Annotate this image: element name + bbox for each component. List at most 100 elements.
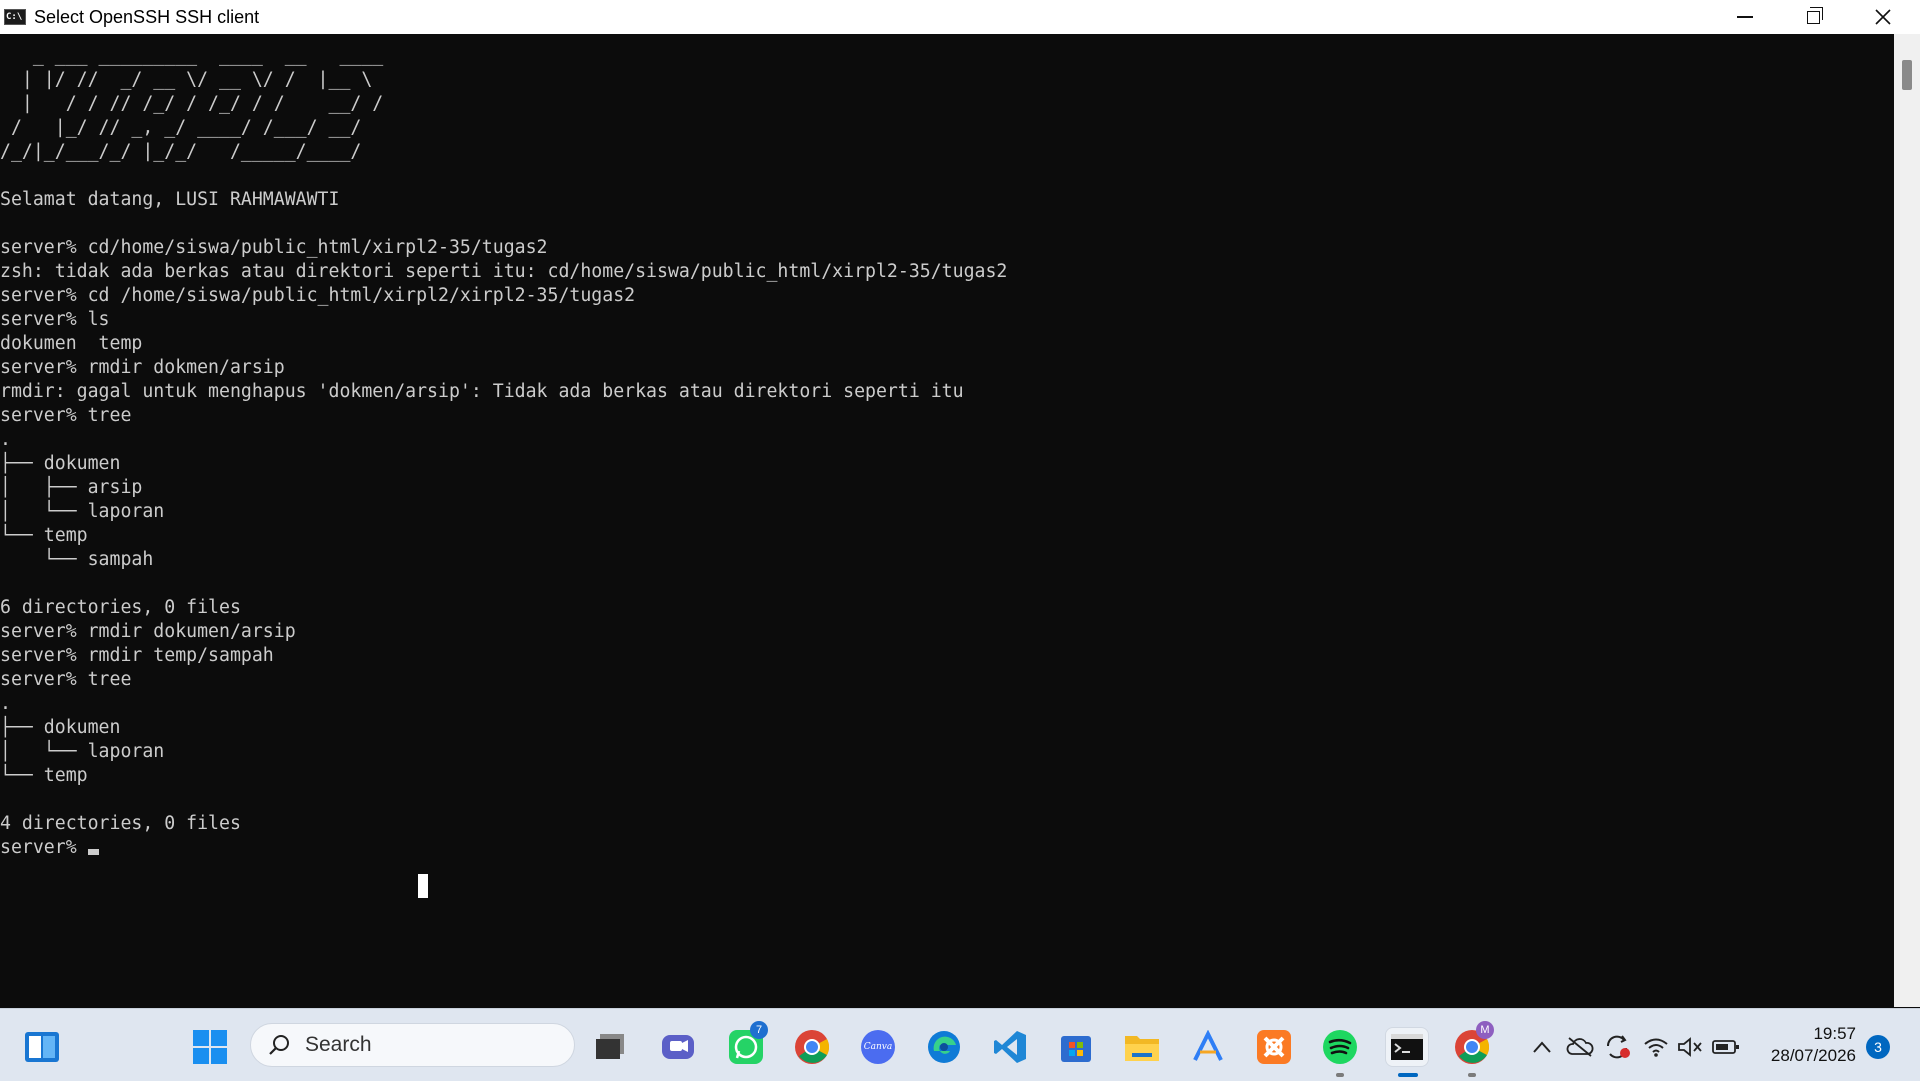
- teams-icon: [662, 1035, 694, 1059]
- terminal-line: ├── dokumen: [0, 453, 121, 474]
- terminal-line: rmdir: gagal untuk menghapus 'dokmen/ars…: [0, 381, 964, 402]
- terminal-line: .: [0, 693, 11, 714]
- canva-label: Canva: [863, 1042, 893, 1052]
- clock-date: 28/07/2026: [1770, 1046, 1856, 1065]
- search-icon: [269, 1035, 289, 1055]
- terminal-line: └── temp: [0, 525, 88, 546]
- store-icon: [1061, 1036, 1091, 1062]
- scrollbar-thumb[interactable]: [1902, 60, 1912, 90]
- edge-icon: [928, 1031, 960, 1063]
- sync-tray-button[interactable]: [1604, 1033, 1632, 1061]
- mouse-ibeam-cursor: [418, 874, 428, 898]
- terminal-line: | |/ // _/ __ \/ __ \/ / |__ \: [0, 69, 373, 90]
- whatsapp-button[interactable]: 7: [726, 1021, 768, 1067]
- volume-muted-icon: [1678, 1037, 1702, 1057]
- chrome-icon: [795, 1030, 829, 1064]
- terminal-button[interactable]: [1385, 1027, 1429, 1067]
- terminal-line: _ ___ _________ ____ __ ____: [0, 45, 384, 66]
- windows-logo-icon: [193, 1030, 227, 1064]
- title-bar[interactable]: Select OpenSSH SSH client: [0, 0, 1920, 34]
- close-button[interactable]: [1848, 0, 1918, 34]
- battery-icon: [1712, 1040, 1739, 1054]
- spotify-running-indicator: [1336, 1073, 1344, 1077]
- terminal-line: server% rmdir temp/sampah: [0, 645, 274, 666]
- wifi-button[interactable]: [1642, 1033, 1670, 1061]
- terminal-line: /_/|_/___/_/ |_/_/ /_____/____/: [0, 141, 362, 162]
- chrome-profile-badge: M: [1476, 1021, 1494, 1039]
- terminal-line: server% tree: [0, 669, 132, 690]
- terminal-line: ├── dokumen: [0, 717, 121, 738]
- minimize-button[interactable]: [1710, 0, 1780, 34]
- edge-button[interactable]: [924, 1027, 964, 1067]
- terminal-output[interactable]: _ ___ _________ ____ __ ____ | |/ // _/ …: [0, 34, 1894, 1007]
- wifi-icon: [1644, 1038, 1668, 1057]
- text-cursor: [87, 849, 99, 855]
- vscode-icon: [994, 1031, 1026, 1063]
- terminal-line: 6 directories, 0 files: [0, 597, 241, 618]
- widgets-button[interactable]: [22, 1027, 62, 1067]
- terminal-line: server% ls: [0, 309, 110, 330]
- minimize-icon: [1737, 16, 1753, 18]
- arc-icon: [1193, 1030, 1223, 1061]
- battery-button[interactable]: [1712, 1033, 1740, 1061]
- terminal-line: server% cd /home/siswa/public_html/xirpl…: [0, 285, 636, 306]
- cloud-offline-icon: [1566, 1037, 1594, 1057]
- canva-button[interactable]: Canva: [858, 1027, 898, 1067]
- taskbar-search[interactable]: Search: [250, 1023, 575, 1067]
- terminal-line: └── sampah: [0, 549, 154, 570]
- terminal-line: └── temp: [0, 765, 88, 786]
- terminal-icon: [1391, 1034, 1423, 1060]
- chrome-running-indicator: [1468, 1073, 1476, 1077]
- onedrive-tray-button[interactable]: [1566, 1033, 1594, 1061]
- terminal-line: server% cd/home/siswa/public_html/xirpl2…: [0, 237, 548, 258]
- terminal-line: server% rmdir dokumen/arsip: [0, 621, 296, 642]
- terminal-line: | / / // /_/ / /_/ / / __/ /: [0, 93, 384, 114]
- vscode-button[interactable]: [990, 1027, 1030, 1067]
- clock-time: 19:57: [1813, 1024, 1856, 1043]
- file-explorer-button[interactable]: [1122, 1027, 1162, 1067]
- vertical-scrollbar[interactable]: [1894, 34, 1920, 1007]
- arc-button[interactable]: [1188, 1027, 1228, 1067]
- task-view-icon: [596, 1034, 624, 1059]
- whatsapp-badge: 7: [750, 1021, 768, 1039]
- terminal-line: │ └── laporan: [0, 501, 165, 522]
- terminal-line: 4 directories, 0 files: [0, 813, 241, 834]
- terminal-line: Selamat datang, LUSI RAHMAWAWTI: [0, 189, 340, 210]
- prompt: server%: [0, 837, 88, 858]
- terminal-line: / |_/ // _, _/ ____/ /___/ __/: [0, 117, 362, 138]
- close-icon: [1875, 9, 1891, 25]
- task-view-button[interactable]: [590, 1027, 630, 1067]
- notification-badge[interactable]: 3: [1866, 1035, 1890, 1059]
- terminal-line: zsh: tidak ada berkas atau direktori sep…: [0, 261, 1008, 282]
- chrome-profile-button[interactable]: M: [1452, 1021, 1494, 1067]
- terminal-lines: _ ___ _________ ____ __ ____ | |/ // _/ …: [0, 45, 1007, 834]
- xampp-button[interactable]: [1254, 1027, 1294, 1067]
- folder-icon: [1125, 1036, 1159, 1061]
- search-label: Search: [305, 1033, 372, 1056]
- terminal-text: _ ___ _________ ____ __ ____ | |/ // _/ …: [0, 34, 1894, 860]
- teams-button[interactable]: [658, 1027, 698, 1067]
- restore-button[interactable]: [1778, 0, 1848, 34]
- terminal-line: dokumen temp: [0, 333, 143, 354]
- show-hidden-icons-button[interactable]: [1528, 1033, 1556, 1061]
- xampp-icon: [1257, 1030, 1291, 1064]
- terminal-active-indicator: [1398, 1073, 1418, 1077]
- terminal-line: server% rmdir dokmen/arsip: [0, 357, 285, 378]
- terminal-line: │ └── laporan: [0, 741, 165, 762]
- console-app-icon: [4, 9, 26, 25]
- spotify-button[interactable]: [1320, 1027, 1360, 1067]
- start-button[interactable]: [190, 1027, 230, 1067]
- volume-button[interactable]: [1676, 1033, 1704, 1061]
- sync-alert-icon: [1606, 1035, 1630, 1059]
- terminal-line: .: [0, 429, 11, 450]
- widgets-icon: [25, 1032, 59, 1062]
- chrome-button[interactable]: [792, 1027, 832, 1067]
- terminal-line: │ ├── arsip: [0, 477, 143, 498]
- terminal-line: server% tree: [0, 405, 132, 426]
- clock[interactable]: 19:57 28/07/2026: [1760, 1023, 1856, 1067]
- spotify-icon: [1323, 1030, 1357, 1064]
- window-title: Select OpenSSH SSH client: [34, 6, 260, 27]
- restore-icon: [1806, 6, 1823, 24]
- store-button[interactable]: [1056, 1027, 1096, 1067]
- taskbar: Search 7 Canva M 19:57 28/07/2026 3: [0, 1008, 1920, 1081]
